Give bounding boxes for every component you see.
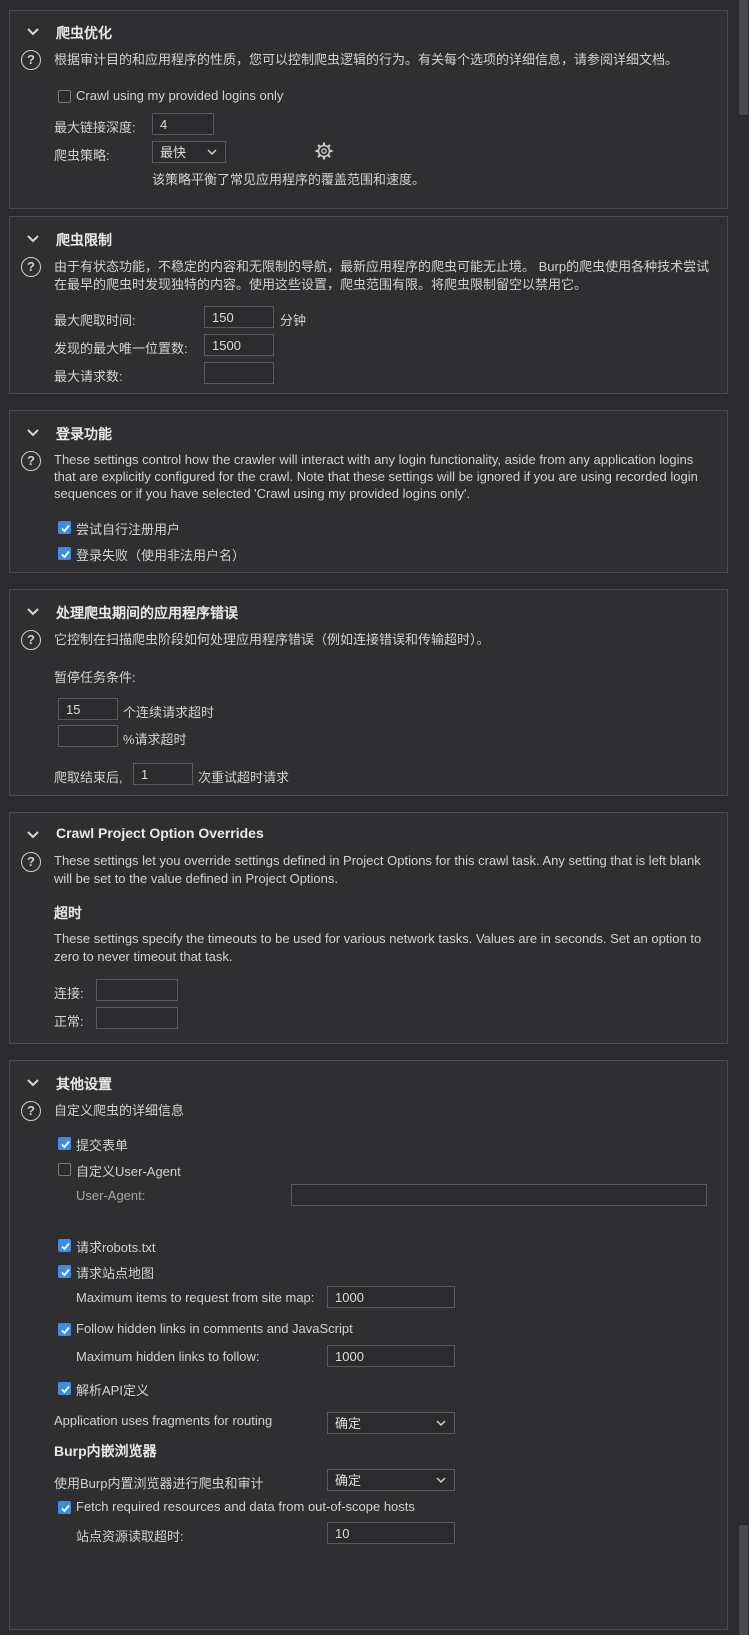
custom-user-agent-label: 自定义User-Agent [76,1164,181,1179]
percent-timeouts-input[interactable] [58,725,118,747]
max-locations-label: 发现的最大唯一位置数: [54,341,188,356]
max-requests-label: 最大请求数: [54,369,123,384]
section-title: Crawl Project Option Overrides [56,825,264,841]
invalid-login-checkbox[interactable] [58,547,71,560]
section-title: 爬虫限制 [56,232,112,248]
vertical-scrollbar[interactable] [738,0,749,1635]
section-misc-settings: 其他设置 ? 自定义爬虫的详细信息 提交表单 自定义User-Agent Use… [9,1060,728,1630]
fragments-value: 确定 [335,1416,362,1431]
hidden-max-label: Maximum hidden links to follow: [76,1349,260,1364]
hidden-links-checkbox[interactable] [58,1323,71,1336]
custom-user-agent-checkbox[interactable] [58,1163,71,1176]
connect-timeout-label: 连接: [54,986,84,1001]
section-description: 它控制在扫描爬虫阶段如何处理应用程序错误（例如连接错误和传输超时）。 [54,632,490,647]
parse-api-label: 解析API定义 [76,1383,149,1398]
user-agent-input[interactable] [291,1184,707,1206]
help-icon[interactable]: ? [21,451,41,471]
timeout-heading: 超时 [54,905,82,921]
max-depth-label: 最大链接深度: [54,120,136,135]
consecutive-timeouts-label: 个连续请求超时 [123,705,215,720]
gear-icon[interactable] [315,142,333,160]
section-description: These settings control how the crawler w… [54,452,698,501]
max-locations-input[interactable]: 1500 [204,334,274,356]
hidden-max-input[interactable]: 1000 [327,1345,455,1367]
strategy-note: 该策略平衡了常见应用程序的覆盖范围和速度。 [152,172,426,187]
section-title: 其他设置 [56,1076,112,1092]
connect-timeout-input[interactable] [96,979,178,1001]
retry-suffix-label: 次重试超时请求 [198,770,290,785]
section-title: 爬虫优化 [56,25,112,41]
dropdown-caret-icon [436,1477,446,1484]
fragments-label: Application uses fragments for routing [54,1413,273,1428]
chevron-down-icon[interactable] [26,25,40,39]
use-browser-label: 使用Burp内置浏览器进行爬虫和审计 [54,1476,264,1491]
scrollbar-thumb-bottom[interactable] [739,1525,748,1635]
normal-timeout-label: 正常: [54,1014,84,1029]
resource-timeout-label: 站点资源读取超时: [76,1529,184,1544]
section-description: 根据审计目的和应用程序的性质，您可以控制爬虫逻辑的行为。有关每个选项的详细信息，… [54,52,679,67]
scrollbar-thumb-top[interactable] [739,0,748,115]
max-crawl-time-unit: 分钟 [280,313,307,328]
percent-timeouts-label: %请求超时 [123,732,187,747]
submit-forms-checkbox[interactable] [58,1137,71,1150]
chevron-down-icon[interactable] [26,828,40,842]
section-crawl-limits: 爬虫限制 ? 由于有状态功能，不稳定的内容和无限制的导航，最新应用程序的爬虫可能… [9,216,728,394]
section-description: These settings let you override settings… [54,853,701,886]
help-icon[interactable]: ? [21,630,41,650]
max-crawl-time-label: 最大爬取时间: [54,313,136,328]
fetch-out-of-scope-checkbox[interactable] [58,1501,71,1514]
sitemap-max-label: Maximum items to request from site map: [76,1290,315,1305]
chevron-down-icon[interactable] [26,232,40,246]
help-icon[interactable]: ? [21,1101,41,1121]
fragments-select[interactable]: 确定 [327,1412,455,1434]
consecutive-timeouts-input[interactable]: 15 [58,698,118,720]
self-register-label: 尝试自行注册用户 [76,522,181,537]
chevron-down-icon[interactable] [26,426,40,440]
resource-timeout-input[interactable]: 10 [327,1522,455,1544]
sitemap-label: 请求站点地图 [76,1266,155,1281]
chevron-down-icon[interactable] [26,1076,40,1090]
help-icon[interactable]: ? [21,50,41,70]
robots-label: 请求robots.txt [76,1240,156,1255]
embedded-browser-heading: Burp内嵌浏览器 [54,1443,157,1459]
submit-forms-label: 提交表单 [76,1138,129,1153]
help-icon[interactable]: ? [21,257,41,277]
hidden-links-label: Follow hidden links in comments and Java… [76,1321,353,1336]
retry-count-input[interactable]: 1 [133,763,193,785]
dropdown-caret-icon [207,149,217,156]
use-browser-value: 确定 [335,1473,362,1488]
pause-conditions-label: 暂停任务条件: [54,670,136,685]
timeout-description: These settings specify the timeouts to b… [54,931,702,964]
section-login-functions: 登录功能 ? These settings control how the cr… [9,410,728,573]
section-description: 由于有状态功能，不稳定的内容和无限制的导航，最新应用程序的爬虫可能无止境。 Bu… [54,259,710,292]
invalid-login-label: 登录失败（使用非法用户名） [76,548,246,563]
max-depth-input[interactable]: 4 [152,113,214,135]
user-agent-field-label: User-Agent: [76,1188,146,1203]
normal-timeout-input[interactable] [96,1007,178,1029]
dropdown-caret-icon [436,1420,446,1427]
help-icon[interactable]: ? [21,852,41,872]
section-crawl-optimization: 爬虫优化 ? 根据审计目的和应用程序的性质，您可以控制爬虫逻辑的行为。有关每个选… [9,10,728,209]
sitemap-max-input[interactable]: 1000 [327,1286,455,1308]
strategy-value: 最快 [160,145,187,160]
max-requests-input[interactable] [204,362,274,384]
retry-prefix-label: 爬取结束后, [54,770,123,785]
section-description: 自定义爬虫的详细信息 [54,1103,185,1118]
self-register-checkbox[interactable] [58,521,71,534]
fetch-out-of-scope-label: Fetch required resources and data from o… [76,1499,415,1514]
strategy-label: 爬虫策略: [54,148,110,163]
chevron-down-icon[interactable] [26,605,40,619]
section-option-overrides: Crawl Project Option Overrides ? These s… [9,812,728,1044]
use-browser-select[interactable]: 确定 [327,1469,455,1491]
parse-api-checkbox[interactable] [58,1382,71,1395]
section-title: 处理爬虫期间的应用程序错误 [56,605,238,621]
crawl-logins-only-checkbox[interactable] [58,90,71,103]
sitemap-checkbox[interactable] [58,1265,71,1278]
robots-checkbox[interactable] [58,1239,71,1252]
strategy-select[interactable]: 最快 [152,141,226,163]
section-title: 登录功能 [56,426,112,442]
max-crawl-time-input[interactable]: 150 [204,306,274,328]
section-application-errors: 处理爬虫期间的应用程序错误 ? 它控制在扫描爬虫阶段如何处理应用程序错误（例如连… [9,589,728,796]
crawl-logins-only-label: Crawl using my provided logins only [76,88,284,103]
